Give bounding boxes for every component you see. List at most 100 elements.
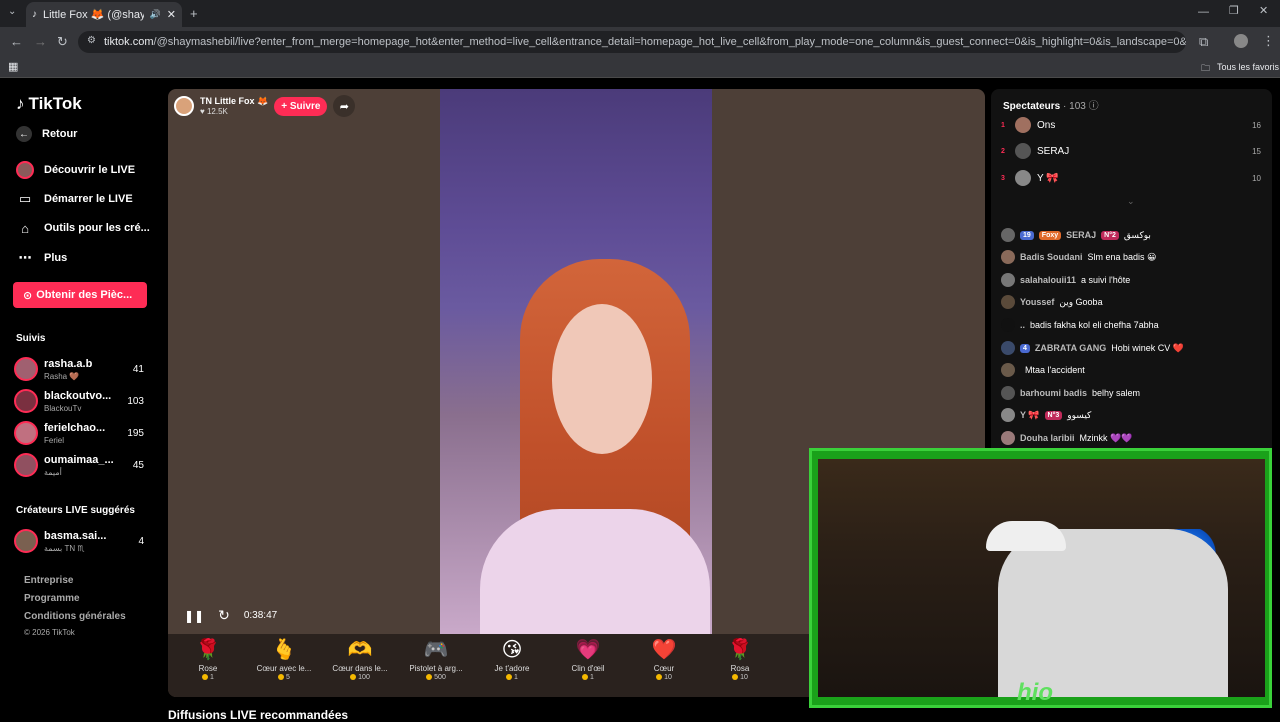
suggested-item[interactable]: basma.sai... بسمة TN ♏ 4 (14, 529, 148, 557)
chat-user[interactable]: Y 🎀 (1020, 410, 1040, 421)
avatar (14, 389, 38, 413)
share-icon[interactable]: ➦ (333, 95, 356, 117)
viewer-name: SERAJ (1037, 145, 1070, 157)
tab-tiktok[interactable]: ♪ Little Fox 🦊 (@shayma 🔊 ✕ (26, 2, 182, 27)
following-item[interactable]: rasha.a.b Rasha 🤎 41 (14, 357, 148, 385)
tab-close-icon[interactable]: ✕ (167, 8, 176, 21)
nav-creator-tools[interactable]: ⌂ Outils pour les cré... (16, 219, 150, 237)
back-link[interactable]: ← Retour (16, 126, 77, 142)
gift-item[interactable]: 🎮 Pistolet à arg... 500 (402, 638, 470, 694)
viewer-rank: 3 (1001, 174, 1005, 182)
gift-item[interactable]: 🌹 Rose 1 (174, 638, 242, 694)
minimize-icon[interactable]: — (1198, 7, 1209, 18)
chat-user[interactable]: ZABRATA GANG (1035, 343, 1106, 353)
following-item[interactable]: oumaimaa_... أميمة 45 (14, 453, 148, 481)
nav-start-live[interactable]: ▭ Démarrer le LIVE (16, 190, 133, 208)
chat-message: Mtaa l'accident (1001, 361, 1261, 379)
reload-icon[interactable]: ↻ (57, 35, 68, 48)
gift-item[interactable]: 😘 Je t'adore 1 (478, 638, 546, 694)
viewer-name: Ons (1037, 119, 1056, 131)
url-field[interactable]: ⚙ tiktok.com/@shaymashebil/live?enter_fr… (78, 31, 1186, 53)
suggested-sub: بسمة TN ♏ (44, 544, 85, 553)
chat-user[interactable]: Douha laribii (1020, 433, 1075, 443)
viewer-count: 103 (127, 396, 144, 407)
follow-button[interactable]: + Suivre (274, 96, 328, 116)
chat-text: كيسوو (1067, 409, 1092, 420)
chat-user[interactable]: .. (1020, 320, 1025, 330)
nav-more[interactable]: ⋯ Plus (16, 249, 68, 267)
chat-text: a suivi l'hôte (1081, 275, 1131, 285)
gift-item[interactable]: 💗 Clin d'œil 1 (554, 638, 622, 694)
gift-name: Cœur avec le... (256, 664, 312, 673)
audio-icon[interactable]: 🔊 (150, 9, 161, 20)
nav-discover-live[interactable]: Découvrir le LIVE (16, 161, 135, 179)
menu-icon[interactable]: ⋮ (1262, 34, 1275, 47)
viewers-label: Spectateurs (1003, 101, 1061, 112)
apps-grid-icon[interactable]: ▦ (8, 60, 18, 73)
gift-name: Clin d'œil (571, 664, 605, 673)
elapsed-time: 0:38:47 (243, 610, 278, 621)
chat-message: Badis Soudani Slm ena badis 😀 (1001, 248, 1261, 266)
top-viewer[interactable]: 2 SERAJ 15 (1001, 142, 1261, 160)
suggested-title: Créateurs LIVE suggérés (16, 505, 135, 516)
all-bookmarks-link[interactable]: Tous les favoris (1217, 62, 1279, 72)
chat-text: Mtaa l'accident (1025, 365, 1085, 375)
tiktok-logo[interactable]: ♪ TikTok (16, 94, 82, 114)
streamer-cap (986, 521, 1066, 551)
viewers-header[interactable]: Spectateurs · 103 ⓘ (1003, 97, 1099, 112)
info-icon[interactable]: ⓘ (1089, 101, 1099, 112)
chat-user[interactable]: SERAJ (1066, 230, 1096, 240)
coins-label: Obtenir des Pièc... (36, 289, 133, 301)
viewer-score: 10 (1252, 173, 1261, 183)
money-gun-icon: 🎮 (423, 639, 449, 661)
gift-item[interactable]: ❤️ Cœur 10 (630, 638, 698, 694)
suggested-name: basma.sai... (44, 530, 107, 542)
gift-item[interactable]: 🫶 Cœur dans le... 100 (326, 638, 394, 694)
footer-business[interactable]: Entreprise (24, 575, 73, 586)
video-camera-icon: ▭ (18, 191, 32, 206)
top-viewer[interactable]: 3 Y 🎀 10 (1001, 169, 1261, 187)
expand-chevron-icon[interactable]: ⌄ (1127, 196, 1135, 207)
gift-name: Rosa (730, 664, 750, 673)
chat-user[interactable]: salahalouii11 (1020, 275, 1076, 285)
back-icon[interactable]: ← (10, 35, 23, 48)
restore-icon[interactable]: ❐ (1229, 6, 1239, 17)
refresh-icon[interactable]: ↻ (218, 607, 230, 624)
pause-icon[interactable]: ❚❚ (184, 609, 204, 623)
chat-text: وين Gooba (1059, 296, 1103, 307)
chat-user[interactable]: Badis Soudani (1020, 252, 1083, 262)
chat-message: 4 ZABRATA GANG Hobi winek CV ❤️ (1001, 339, 1261, 357)
gift-name: Cœur (653, 664, 675, 673)
following-sub: Rasha 🤎 (44, 372, 80, 381)
live-video[interactable] (440, 89, 712, 634)
gift-item[interactable]: 🫰 Cœur avec le... 5 (250, 638, 318, 694)
top-viewer[interactable]: 1 Ons 16 (1001, 116, 1261, 134)
following-item[interactable]: ferielchao... Feriel 195 (14, 421, 148, 449)
heart-hands-icon: 🫶 (347, 639, 373, 661)
finger-heart-icon: 🫰 (271, 639, 297, 661)
footer-terms[interactable]: Conditions générales (24, 611, 126, 622)
viewer-count: 195 (127, 428, 144, 439)
footer-program[interactable]: Programme (24, 593, 80, 604)
forward-icon[interactable]: → (34, 35, 47, 48)
site-info-icon[interactable]: ⚙ (87, 35, 96, 46)
host-info: TN Little Fox 🦊 ♥ 12.5K + Suivre ➦ (174, 95, 356, 117)
profile-avatar[interactable] (1234, 34, 1248, 48)
close-window-icon[interactable]: ✕ (1259, 6, 1268, 17)
viewer-count: 41 (132, 364, 144, 375)
new-tab-icon[interactable]: + (190, 7, 198, 20)
chat-avatar (1001, 363, 1015, 377)
gift-item[interactable]: 🌹 Rosa 10 (706, 638, 774, 694)
tab-search-icon[interactable]: ⌄ (8, 7, 16, 17)
get-coins-button[interactable]: ⊙ Obtenir des Pièc... (13, 282, 147, 308)
host-name[interactable]: TN Little Fox 🦊 (200, 96, 268, 107)
chat-user[interactable]: barhoumi badis (1020, 388, 1087, 398)
host-avatar[interactable] (174, 96, 194, 116)
avatar (14, 529, 38, 553)
level-badge: 19 (1020, 230, 1034, 240)
following-item[interactable]: blackoutvo... BlackouTv 103 (14, 389, 148, 417)
extensions-icon[interactable]: ⧉ (1199, 35, 1208, 48)
gift-name: Pistolet à arg... (409, 664, 463, 673)
chat-user[interactable]: Youssef (1020, 297, 1054, 307)
avatar (14, 357, 38, 381)
